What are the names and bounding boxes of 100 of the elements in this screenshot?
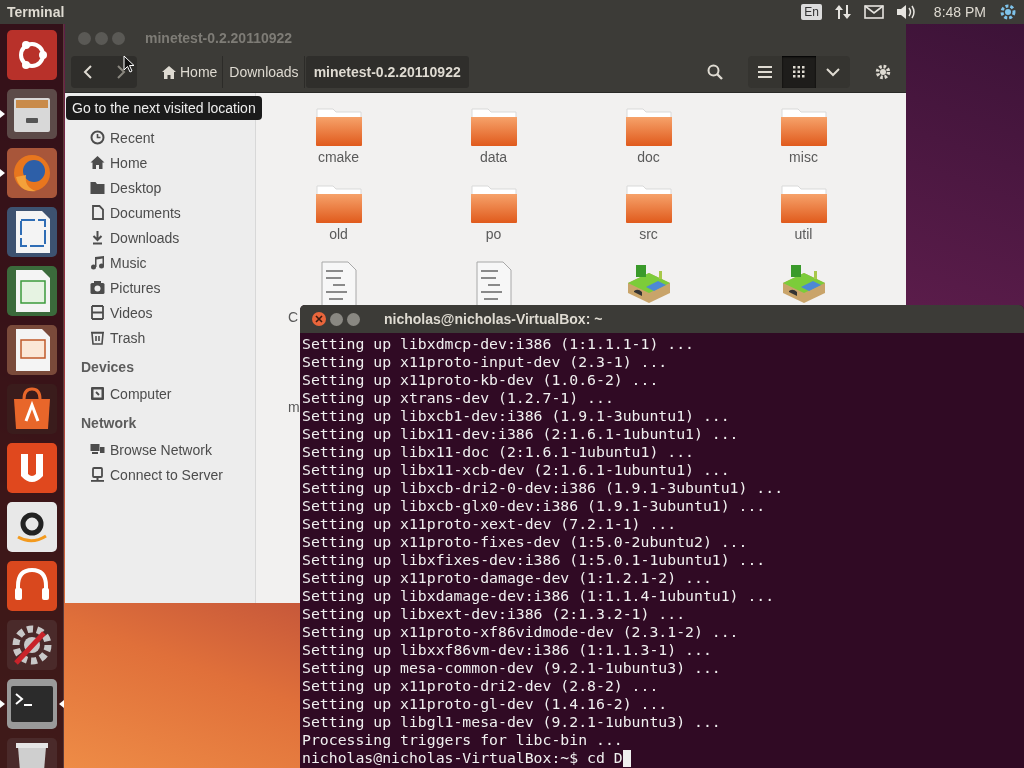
- sidebar-heading: Network: [80, 414, 138, 433]
- breadcrumb-button[interactable]: minetest-0.2.20110922: [305, 56, 469, 88]
- terminal-line: Setting up x11proto-input-dev (2.3-1) ...: [302, 353, 669, 371]
- terminal-line: Setting up mesa-common-dev (9.2.1-1ubuntu3) ...: [302, 659, 722, 677]
- minimize-button[interactable]: [330, 312, 343, 326]
- sidebar-item[interactable]: Documents: [110, 204, 181, 221]
- sidebar-item[interactable]: Computer: [110, 385, 172, 402]
- shopping-bag-icon[interactable]: [5, 383, 58, 435]
- breadcrumb-button[interactable]: Home: [157, 56, 224, 88]
- file-name: cmake: [317, 149, 360, 165]
- mouse-pointer-icon: [123, 55, 135, 73]
- home-icon: [90, 155, 105, 170]
- clock-icon: [90, 130, 105, 145]
- close-icon: [315, 315, 323, 323]
- terminal-line: Setting up x11proto-gl-dev (1.4.16-2) ...: [302, 695, 669, 713]
- grid-icon: [793, 66, 805, 78]
- terminal-line: Setting up x11proto-damage-dev (1:1.2.1-2) ...: [302, 569, 713, 587]
- network-arrows-icon[interactable]: [833, 3, 852, 21]
- terminal-line: Setting up x11proto-fixes-dev (1:5.0-2ubuntu2) ...: [302, 533, 749, 551]
- sidebar-item[interactable]: Connect to Server: [110, 466, 223, 483]
- terminal-prompt[interactable]: nicholas@nicholas-VirtualBox:~$ cd D: [302, 749, 623, 767]
- network-icon: [90, 442, 105, 457]
- sidebar-item[interactable]: Desktop: [110, 179, 162, 196]
- presentation-icon[interactable]: [5, 324, 58, 376]
- sidebar-item[interactable]: Pictures: [110, 279, 161, 296]
- terminal-line: Setting up x11proto-dri2-dev (2.8-2) ...: [302, 677, 660, 695]
- list-icon: [758, 66, 772, 78]
- terminal-line: Setting up libxdmcp-dev:i386 (1:1.1.1-1) ...: [302, 335, 695, 353]
- folder-icon[interactable]: [469, 107, 518, 147]
- terminal-line: Setting up libx11-xcb-dev (2:1.6.1-1ubuntu1) ...: [302, 461, 731, 479]
- document-icon: [90, 205, 105, 220]
- terminal-line: Setting up x11proto-xf86vidmode-dev (2.3.1-2) ...: [302, 623, 740, 641]
- sidebar-item[interactable]: Home: [110, 154, 148, 171]
- terminal-line: Setting up libgl1-mesa-dev (9.2.1-1ubuntu3) ...: [302, 713, 722, 731]
- maximize-button[interactable]: [347, 312, 360, 326]
- sidebar-item[interactable]: Downloads: [110, 229, 180, 246]
- spreadsheet-icon[interactable]: [5, 265, 58, 317]
- headphones-icon[interactable]: [5, 560, 58, 612]
- text-file-icon[interactable]: [320, 261, 357, 307]
- folder-icon[interactable]: [314, 107, 363, 147]
- terminal-line: Setting up libxcb-dri2-0-dev:i386 (1.9.1-3ubuntu1) ...: [302, 479, 785, 497]
- file-name: data: [479, 149, 508, 165]
- terminal-line: Setting up x11proto-xext-dev (7.2.1-1) ...: [302, 515, 678, 533]
- breadcrumb-button[interactable]: Downloads: [224, 56, 305, 88]
- mail-icon[interactable]: [863, 5, 884, 19]
- keyboard-layout-indicator[interactable]: En: [801, 4, 822, 20]
- terminal-line: Setting up libxext-dev:i386 (2:1.3.2-1) ...: [302, 605, 687, 623]
- folder-icon[interactable]: [624, 184, 673, 224]
- server-icon: [90, 467, 105, 482]
- computer-icon: [90, 386, 105, 401]
- terminal-line: Setting up libx11-doc (2:1.6.1-1ubuntu1) ...: [302, 443, 695, 461]
- browser-globe-icon[interactable]: [5, 147, 58, 199]
- sidebar-item[interactable]: Trash: [110, 329, 146, 346]
- app-name: Terminal: [6, 4, 65, 20]
- volume-icon[interactable]: [895, 4, 918, 20]
- file-name: misc: [789, 149, 818, 165]
- folder-icon[interactable]: [469, 184, 518, 224]
- terminal-line: Setting up libxxf86vm-dev:i386 (1:1.1.3-1) ...: [302, 641, 713, 659]
- camera-icon: [90, 280, 105, 295]
- file-name: po: [485, 226, 502, 242]
- folder-icon[interactable]: [624, 107, 673, 147]
- folder-icon[interactable]: [779, 184, 828, 224]
- window-title: minetest-0.2.20110922: [145, 30, 293, 46]
- shopping-app-icon[interactable]: [5, 501, 58, 553]
- file-name: src: [639, 226, 658, 242]
- sidebar-item[interactable]: Music: [110, 254, 147, 271]
- file-name: C: [288, 309, 299, 325]
- chevron-right-icon: [115, 65, 126, 79]
- film-icon: [90, 305, 105, 320]
- file-name: doc: [637, 149, 660, 165]
- folder-icon: [90, 180, 105, 195]
- terminal-line: Setting up libxfixes-dev:i386 (1:5.0.1-1ubuntu1) ...: [302, 551, 767, 569]
- folder-icon[interactable]: [314, 184, 363, 224]
- file-cabinet-icon[interactable]: [5, 88, 58, 140]
- settings-icon[interactable]: [5, 619, 58, 671]
- close-button[interactable]: [312, 312, 326, 326]
- sidebar-item[interactable]: Browse Network: [110, 441, 212, 458]
- chevron-down-icon: [826, 67, 840, 77]
- search-icon: [707, 64, 723, 80]
- file-name: old: [329, 226, 348, 242]
- text-file-icon[interactable]: [475, 261, 512, 307]
- text-document-icon[interactable]: [5, 206, 58, 258]
- terminal-line: Setting up libxdamage-dev:i386 (1:1.1.4-1ubuntu1) ...: [302, 587, 776, 605]
- folder-icon[interactable]: [779, 107, 828, 147]
- download-icon: [90, 230, 105, 245]
- trash-icon: [90, 330, 105, 345]
- terminal-line: Setting up libxcb-glx0-dev:i386 (1.9.1-3ubuntu1) ...: [302, 497, 767, 515]
- terminal-line: Setting up libxcb1-dev:i386 (1.9.1-3ubuntu1) ...: [302, 407, 731, 425]
- chevron-left-icon: [82, 65, 93, 79]
- grid-view-button[interactable]: [782, 56, 816, 88]
- tooltip: Go to the next visited location: [66, 96, 262, 120]
- terminal-icon[interactable]: [5, 678, 58, 730]
- gear-icon[interactable]: [998, 2, 1018, 22]
- sidebar-item[interactable]: Videos: [110, 304, 153, 321]
- sidebar-item[interactable]: Recent: [110, 129, 155, 146]
- sidebar-heading: Devices: [80, 358, 135, 377]
- ubuntu-logo-icon[interactable]: [5, 29, 58, 81]
- file-name: util: [794, 226, 813, 242]
- terminal-line: Processing triggers for libc-bin ...: [302, 731, 624, 749]
- clock[interactable]: 8:48 PM: [933, 4, 986, 20]
